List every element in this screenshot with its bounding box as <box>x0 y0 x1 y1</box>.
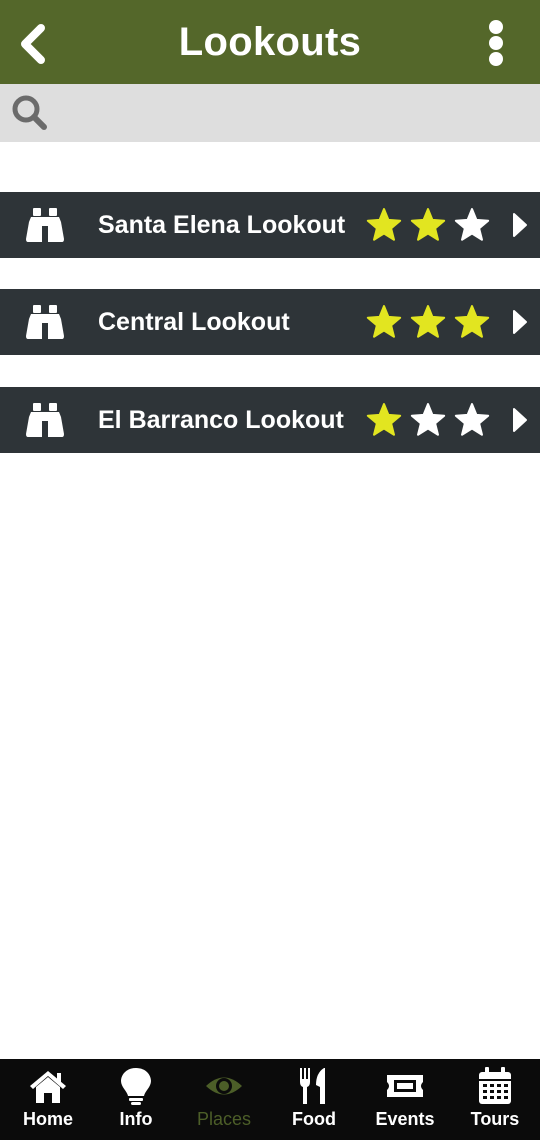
more-menu-button[interactable] <box>482 20 510 66</box>
star-filled-icon <box>366 403 402 436</box>
search-icon[interactable] <box>10 93 50 133</box>
chevron-left-icon <box>21 24 45 64</box>
nav-item-events[interactable]: Events <box>360 1059 450 1140</box>
search-bar <box>0 84 540 142</box>
nav-item-places[interactable]: Places <box>179 1059 269 1140</box>
nav-item-food[interactable]: Food <box>269 1059 359 1140</box>
chevron-right-icon <box>513 213 527 237</box>
lookout-name: Santa Elena Lookout <box>98 210 346 239</box>
lookout-name: El Barranco Lookout <box>98 405 344 434</box>
star-empty-icon <box>454 403 490 436</box>
app-screen: Lookouts Santa Elena Lookout Central Loo… <box>0 0 540 1140</box>
lookout-name: Central Lookout <box>98 307 290 336</box>
star-rating <box>366 402 490 438</box>
bottom-nav: Home Info Places Food Events Tours <box>0 1059 540 1140</box>
star-empty-icon <box>454 208 490 241</box>
star-empty-icon <box>410 403 446 436</box>
nav-item-home[interactable]: Home <box>3 1059 93 1140</box>
calendar-icon <box>475 1067 515 1105</box>
star-filled-icon <box>410 305 446 338</box>
binoculars-icon <box>26 305 64 339</box>
nav-label: Places <box>196 1109 252 1129</box>
binoculars-icon <box>26 208 64 242</box>
more-vertical-icon <box>489 20 503 66</box>
nav-label: Tours <box>470 1109 520 1129</box>
nav-item-info[interactable]: Info <box>91 1059 181 1140</box>
nav-label: Food <box>292 1109 336 1129</box>
star-filled-icon <box>366 305 402 338</box>
lightbulb-icon <box>116 1067 156 1105</box>
binoculars-icon <box>26 403 64 437</box>
eye-icon <box>204 1067 244 1105</box>
app-header: Lookouts <box>0 0 540 84</box>
back-button[interactable] <box>14 22 50 66</box>
star-filled-icon <box>410 208 446 241</box>
chevron-right-icon <box>513 408 527 432</box>
star-rating <box>366 207 490 243</box>
lookout-list-item[interactable]: El Barranco Lookout <box>0 387 540 453</box>
lookout-list-item[interactable]: Central Lookout <box>0 289 540 355</box>
page-title: Lookouts <box>178 19 362 64</box>
star-filled-icon <box>366 208 402 241</box>
star-filled-icon <box>454 305 490 338</box>
chevron-right-icon <box>513 310 527 334</box>
nav-label: Home <box>22 1109 73 1129</box>
star-rating <box>366 304 490 340</box>
home-icon <box>28 1067 68 1105</box>
nav-label: Info <box>119 1109 153 1129</box>
utensils-icon <box>294 1067 334 1105</box>
lookout-list-item[interactable]: Santa Elena Lookout <box>0 192 540 258</box>
nav-label: Events <box>375 1109 435 1129</box>
ticket-icon <box>385 1067 425 1105</box>
search-input[interactable] <box>50 84 540 142</box>
nav-item-tours[interactable]: Tours <box>450 1059 540 1140</box>
